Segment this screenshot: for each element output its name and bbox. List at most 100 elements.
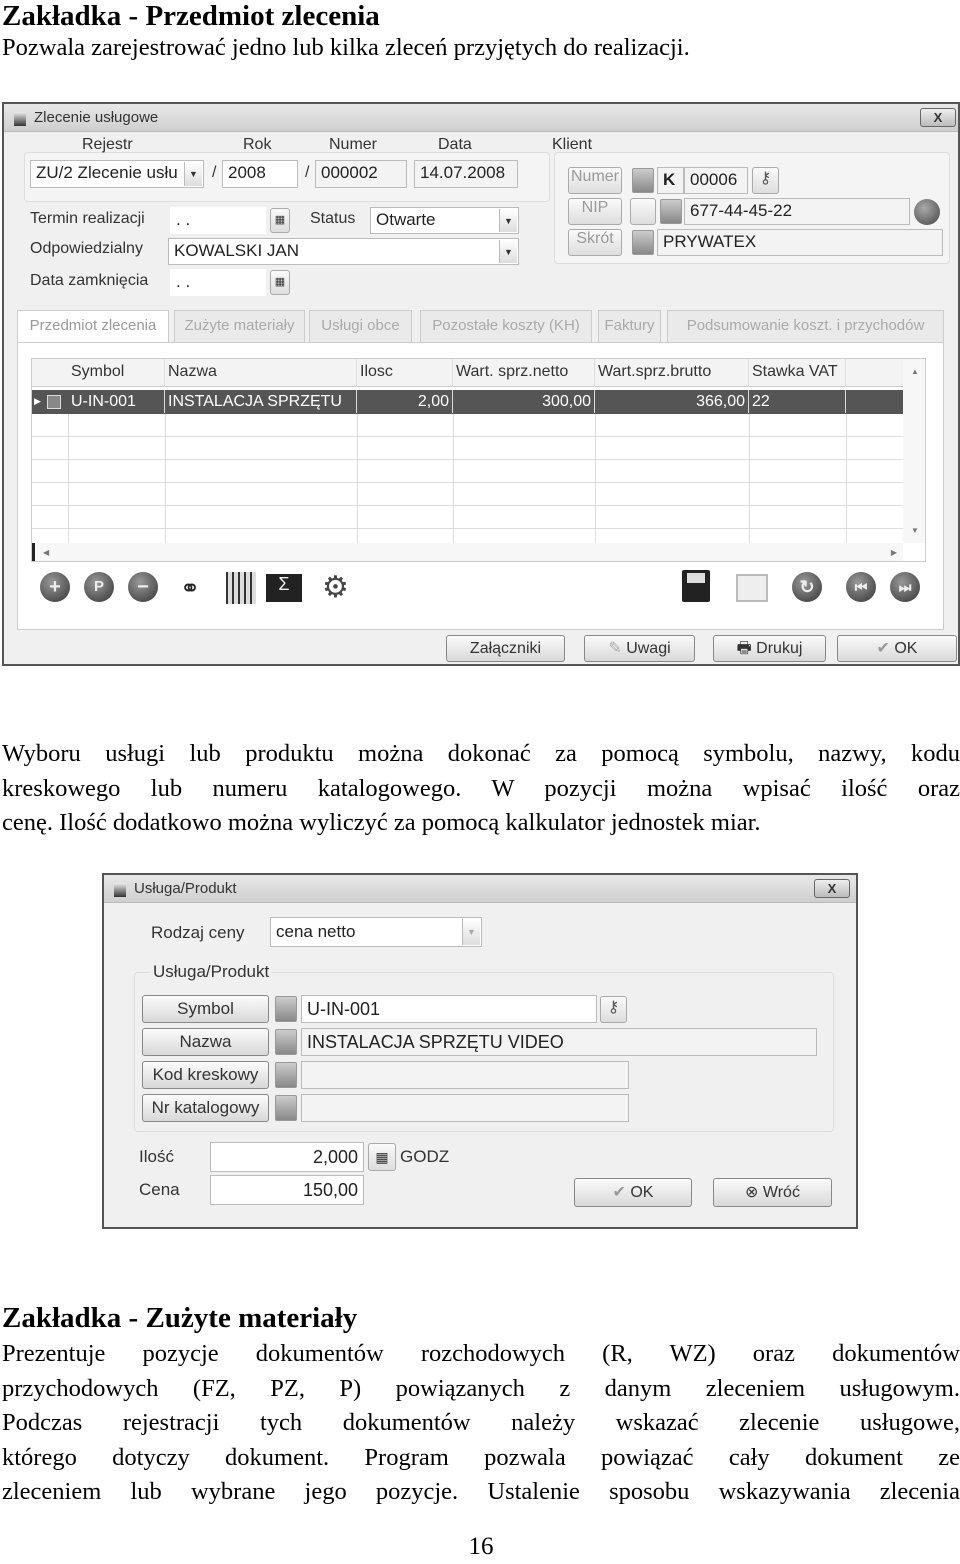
tab-zuzyte-materialy[interactable]: Zużyte materiały (174, 310, 305, 342)
list-icon[interactable] (275, 1095, 297, 1121)
list-icon[interactable] (275, 1029, 297, 1055)
tab-faktury[interactable]: Faktury (598, 310, 661, 342)
barcode-input[interactable] (301, 1061, 629, 1089)
barcode-button[interactable]: Kod kreskowy (142, 1061, 269, 1089)
service-order-window: Zlecenie usługowe X Rejestr Rok Numer Da… (2, 102, 960, 666)
paragraph: Wyboru usługi lub produktu można dokonać… (2, 737, 960, 841)
column-header-ilosc[interactable]: Ilosc (357, 359, 453, 387)
window-title: Zlecenie usługowe (34, 109, 159, 126)
title-bar: Usługa/Produkt X (104, 875, 856, 903)
cell-brutto: 366,00 (595, 390, 749, 413)
odpowiedzialny-value: KOWALSKI JAN (174, 241, 300, 260)
price-type-value: cena netto (276, 922, 356, 941)
notes-button[interactable]: ✎ Uwagi (584, 635, 695, 662)
binoculars-icon[interactable]: ⚭ (180, 574, 200, 603)
rejestr-select[interactable]: ZU/2 Zlecenie usłu ▼ (30, 160, 204, 188)
list-icon[interactable] (632, 168, 654, 193)
tab-uslugi-obce[interactable]: Usługi obce (309, 310, 412, 342)
catalog-number-button[interactable]: Nr katalogowy (142, 1094, 269, 1122)
client-number-input[interactable]: 00006 (684, 167, 748, 194)
separator: / (212, 164, 217, 181)
ok-button[interactable]: ✔ OK (837, 635, 957, 662)
app-icon (114, 883, 126, 897)
tab-podsumowanie[interactable]: Podsumowanie koszt. i przychodów (667, 310, 944, 342)
calendar-icon[interactable]: ▦ (270, 270, 290, 295)
cancel-icon: ⊗ (745, 1184, 763, 1201)
save-icon[interactable] (682, 570, 710, 602)
last-record-icon[interactable]: ⏭ (890, 572, 920, 602)
nip-search-button[interactable]: NIP (568, 198, 622, 225)
print-button[interactable]: 🖶 Drukuj (713, 635, 826, 662)
settings-icon[interactable]: ⚙ (322, 570, 349, 605)
unit-label: GODZ (400, 1147, 450, 1166)
grid-filter-icon[interactable] (226, 572, 256, 604)
tab-przedmiot-zlecenia[interactable]: Przedmiot zlecenia (17, 310, 169, 344)
data-label: Data (438, 136, 472, 153)
zamkniecia-input[interactable]: . . (170, 269, 266, 296)
termin-input[interactable]: . . (170, 207, 266, 234)
column-header-netto[interactable]: Wart. sprz.netto (453, 359, 595, 387)
quantity-input[interactable]: 2,000 (210, 1142, 364, 1172)
add-icon[interactable]: + (40, 572, 70, 602)
globe-icon[interactable] (914, 199, 940, 225)
edit-search-icon[interactable]: P (84, 572, 114, 602)
table-row[interactable]: ▶ U-IN-001 INSTALACJA SPRZĘTU 2,00 300,0… (32, 390, 903, 414)
horizontal-scrollbar[interactable]: ◀ ▶ (32, 543, 903, 561)
list-icon[interactable] (632, 230, 654, 255)
numer-input[interactable]: 000002 (315, 160, 407, 188)
tab-pozostale-koszty[interactable]: Pozostałe koszty (KH) (420, 310, 592, 342)
paragraph-line: cenę. Ilość dodatkowo można wyliczyć za … (2, 809, 761, 836)
vertical-scrollbar[interactable]: ▲ ▼ (903, 359, 925, 543)
column-header-nazwa[interactable]: Nazwa (165, 359, 357, 387)
empty-rows (32, 414, 903, 543)
paragraph-line: Podczas rejestracji tych dokumentów nale… (2, 1409, 960, 1436)
column-header-vat[interactable]: Stawka VAT (749, 359, 846, 387)
nazwa-input[interactable]: INSTALACJA SPRZĘTU VIDEO (301, 1028, 817, 1056)
refresh-icon[interactable]: ↻ (792, 572, 822, 602)
list-icon[interactable] (275, 996, 297, 1022)
paragraph-line: Prezentuje pozycje dokumentów rozchodowy… (2, 1340, 960, 1367)
price-label: Cena (139, 1180, 180, 1199)
back-button[interactable]: ⊗ Wróć (713, 1178, 832, 1207)
row-checkbox[interactable] (47, 395, 61, 409)
list-icon[interactable] (660, 199, 682, 224)
title-bar: Zlecenie usługowe X (4, 104, 958, 132)
numer-search-button[interactable]: Numer (568, 167, 622, 194)
sum-icon[interactable]: Σ (266, 574, 302, 602)
close-button[interactable]: X (814, 879, 850, 898)
blank-button[interactable] (630, 198, 656, 225)
rok-label: Rok (243, 136, 272, 153)
column-header-symbol[interactable]: Symbol (68, 359, 165, 387)
calendar-icon[interactable]: ▦ (270, 208, 290, 233)
odpowiedzialny-label: Odpowiedzialny (30, 240, 143, 257)
symbol-button[interactable]: Symbol (142, 995, 269, 1023)
skrot-input[interactable]: PRYWATEX (657, 229, 943, 256)
catalog-number-input[interactable] (301, 1094, 629, 1122)
symbol-input[interactable]: U-IN-001 (301, 995, 597, 1023)
rejestr-value: ZU/2 Zlecenie usłu (36, 163, 178, 182)
paragraph-line: którego dotyczy dokument. Program pozwal… (2, 1443, 960, 1471)
quantity-label: Ilość (139, 1147, 174, 1166)
nip-input[interactable]: 677-44-45-22 (684, 198, 910, 225)
status-select[interactable]: Otwarte ▼ (370, 207, 519, 234)
calculator-icon[interactable]: ▦ (368, 1143, 396, 1171)
windows-icon[interactable] (736, 574, 768, 602)
close-button[interactable]: X (920, 108, 956, 127)
note-icon: ✎ (608, 640, 627, 657)
data-input[interactable]: 14.07.2008 (414, 160, 518, 188)
first-record-icon[interactable]: ⏮ (846, 572, 876, 602)
key-icon[interactable]: ⚷ (752, 167, 779, 194)
list-icon[interactable] (275, 1062, 297, 1088)
rok-input[interactable]: 2008 (222, 160, 298, 188)
remove-icon[interactable]: − (128, 572, 158, 602)
attachments-button[interactable]: Załączniki (446, 635, 565, 662)
price-type-select[interactable]: cena netto ▼ (270, 917, 482, 947)
paragraph-line: kreskowego lub numeru katalogowego. W po… (2, 774, 960, 802)
skrot-search-button[interactable]: Skrót (568, 229, 622, 256)
ok-button[interactable]: ✔ OK (574, 1178, 692, 1207)
key-icon[interactable]: ⚷ (600, 996, 627, 1023)
column-header-brutto[interactable]: Wart.sprz.brutto (595, 359, 749, 387)
nazwa-button[interactable]: Nazwa (142, 1028, 269, 1056)
odpowiedzialny-select[interactable]: KOWALSKI JAN ▼ (168, 238, 519, 265)
price-input[interactable]: 150,00 (210, 1175, 364, 1205)
